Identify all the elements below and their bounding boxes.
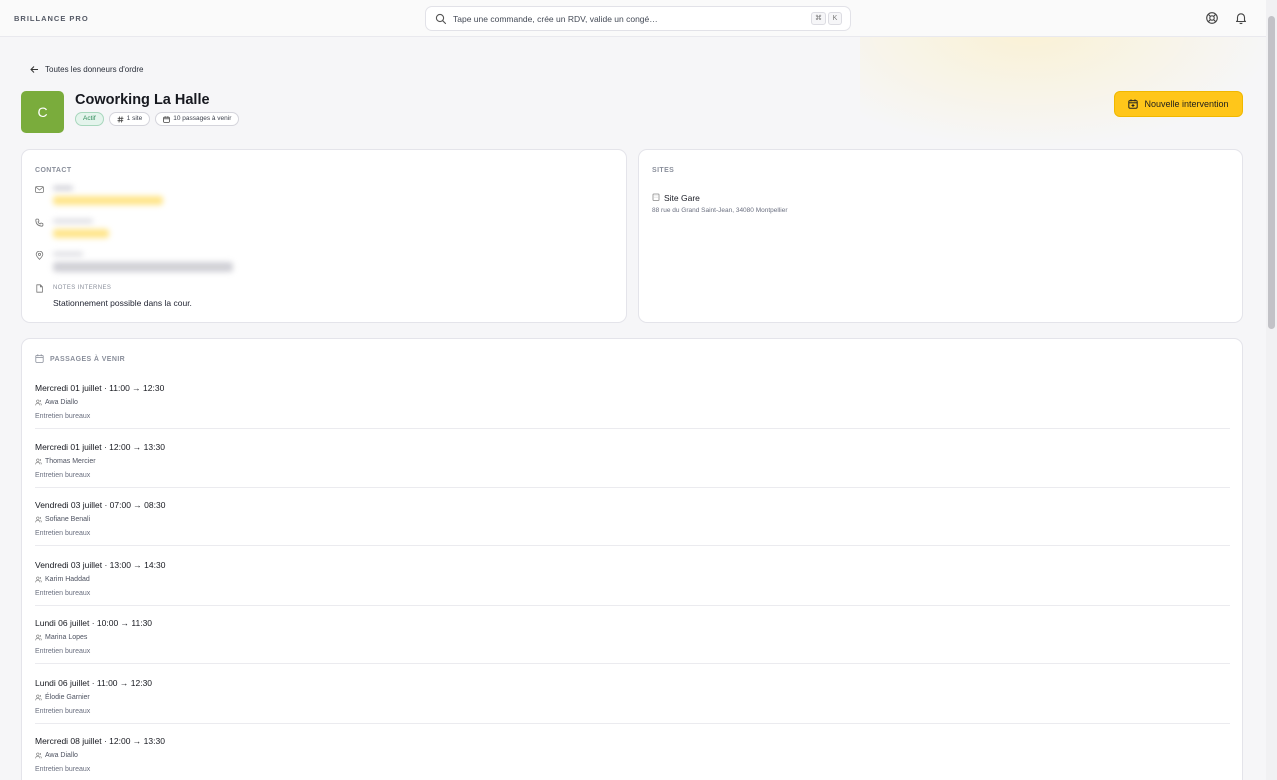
new-intervention-button[interactable]: Nouvelle intervention [1114, 91, 1243, 117]
phone-label-redacted [53, 219, 93, 223]
file-icon [36, 284, 43, 293]
passage-datetime: Mercredi 08 juillet · 12:00 → 13:30 [35, 736, 165, 746]
new-intervention-label: Nouvelle intervention [1144, 99, 1229, 109]
status-badge: Actif [75, 112, 104, 126]
page-scrollbar[interactable] [1266, 0, 1277, 780]
passages-title: PASSAGES À VENIR [50, 356, 126, 363]
users-icon [35, 458, 42, 465]
passage-datetime: Mercredi 01 juillet · 11:00 → 12:30 [35, 383, 165, 393]
sites-title: SITES [652, 167, 675, 174]
passage-type: Entretien bureaux [35, 472, 91, 479]
users-icon [35, 576, 42, 583]
passage-type: Entretien bureaux [35, 708, 91, 715]
sites-count-label: 1 site [126, 115, 143, 122]
passage-agent: Awa Diallo [45, 399, 78, 406]
scrollbar-thumb[interactable] [1268, 16, 1275, 329]
shortcut-cmd-key: ⌘ [811, 12, 826, 25]
users-icon [35, 634, 42, 641]
divider [35, 487, 1230, 488]
divider [35, 663, 1230, 664]
client-avatar: C [21, 91, 64, 133]
upcoming-passages-card: PASSAGES À VENIR Mercredi 01 juillet · 1… [21, 338, 1243, 780]
passages-count-label: 10 passages à venir [173, 115, 232, 122]
arrow-left-icon [30, 66, 38, 73]
passage-datetime: Vendredi 03 juillet · 07:00 → 08:30 [35, 500, 166, 510]
passage-datetime: Mercredi 01 juillet · 12:00 → 13:30 [35, 442, 165, 452]
command-search-input[interactable]: Tape une commande, crée un RDV, valide u… [425, 6, 851, 31]
contact-title: CONTACT [35, 167, 72, 174]
shortcut-k-key: K [828, 12, 842, 25]
address-value-redacted [53, 262, 233, 272]
passage-item[interactable]: Vendredi 03 juillet · 07:00 → 08:30 Sofi… [35, 500, 1230, 559]
passage-agent: Sofiane Benali [45, 516, 91, 523]
passage-type: Entretien bureaux [35, 530, 91, 537]
passage-datetime: Lundi 06 juillet · 10:00 → 11:30 [35, 618, 153, 628]
passage-type: Entretien bureaux [35, 590, 91, 597]
calendar-plus-icon [1128, 99, 1139, 109]
passage-item[interactable]: Mercredi 08 juillet · 12:00 → 13:30 Awa … [35, 736, 1230, 780]
passage-item[interactable]: Lundi 06 juillet · 11:00 → 12:30 Élodie … [35, 678, 1230, 737]
passage-datetime: Lundi 06 juillet · 11:00 → 12:30 [35, 678, 153, 688]
hash-icon [117, 115, 124, 123]
divider [35, 428, 1230, 429]
passage-type: Entretien bureaux [35, 766, 91, 773]
divider [35, 723, 1230, 724]
search-icon [435, 13, 447, 25]
passage-agent: Élodie Garnier [45, 694, 90, 701]
passage-type: Entretien bureaux [35, 648, 91, 655]
users-icon [35, 516, 42, 523]
users-icon [35, 399, 42, 406]
users-icon [35, 752, 42, 759]
bell-icon[interactable] [1234, 11, 1248, 25]
help-lifebuoy-icon[interactable] [1205, 11, 1219, 25]
internal-notes-label: NOTES INTERNES [53, 285, 112, 291]
passage-item[interactable]: Lundi 06 juillet · 10:00 → 11:30 Marina … [35, 618, 1230, 677]
map-pin-icon [35, 251, 44, 260]
contact-card: CONTACT NOTES INTERNES Stationnement pos… [21, 149, 627, 323]
passage-agent: Marina Lopes [45, 634, 88, 641]
internal-notes-text: Stationnement possible dans la cour. [53, 298, 192, 308]
sites-count-badge: 1 site [108, 112, 151, 126]
site-address: 88 rue du Grand Saint-Jean, 34080 Montpe… [652, 207, 788, 214]
calendar-icon [35, 354, 44, 363]
passage-datetime: Vendredi 03 juillet · 13:00 → 14:30 [35, 560, 166, 570]
mail-icon [35, 186, 44, 193]
site-name[interactable]: Site Gare [664, 193, 700, 203]
passage-agent: Karim Haddad [45, 576, 90, 583]
users-icon [35, 694, 42, 701]
calendar-icon [163, 115, 171, 123]
address-label-redacted [53, 252, 83, 256]
passage-item[interactable]: Mercredi 01 juillet · 11:00 → 12:30 Awa … [35, 383, 1230, 442]
passage-item[interactable]: Mercredi 01 juillet · 12:00 → 13:30 Thom… [35, 442, 1230, 501]
sites-card: SITES Site Gare 88 rue du Grand Saint-Je… [638, 149, 1243, 323]
back-link[interactable]: Toutes les donneurs d'ordre [30, 65, 143, 74]
client-badges: Actif 1 site 10 passages à venir [75, 112, 240, 126]
passage-agent: Thomas Mercier [45, 458, 96, 465]
building-icon [652, 193, 660, 201]
phone-value-redacted[interactable] [53, 229, 109, 238]
passage-item[interactable]: Vendredi 03 juillet · 13:00 → 14:30 Kari… [35, 560, 1230, 619]
divider [35, 545, 1230, 546]
phone-icon [35, 218, 44, 227]
search-placeholder: Tape une commande, crée un RDV, valide u… [453, 14, 658, 24]
top-bar: BRILLANCE PRO Tape une commande, crée un… [0, 0, 1266, 37]
passage-agent: Awa Diallo [45, 752, 78, 759]
passages-count-badge: 10 passages à venir [155, 112, 240, 126]
divider [35, 605, 1230, 606]
email-label-redacted [53, 186, 73, 190]
page-title: Coworking La Halle [75, 92, 210, 108]
passage-type: Entretien bureaux [35, 413, 91, 420]
app-brand: BRILLANCE PRO [14, 14, 89, 23]
email-value-redacted[interactable] [53, 196, 163, 205]
back-link-label: Toutes les donneurs d'ordre [45, 65, 144, 74]
